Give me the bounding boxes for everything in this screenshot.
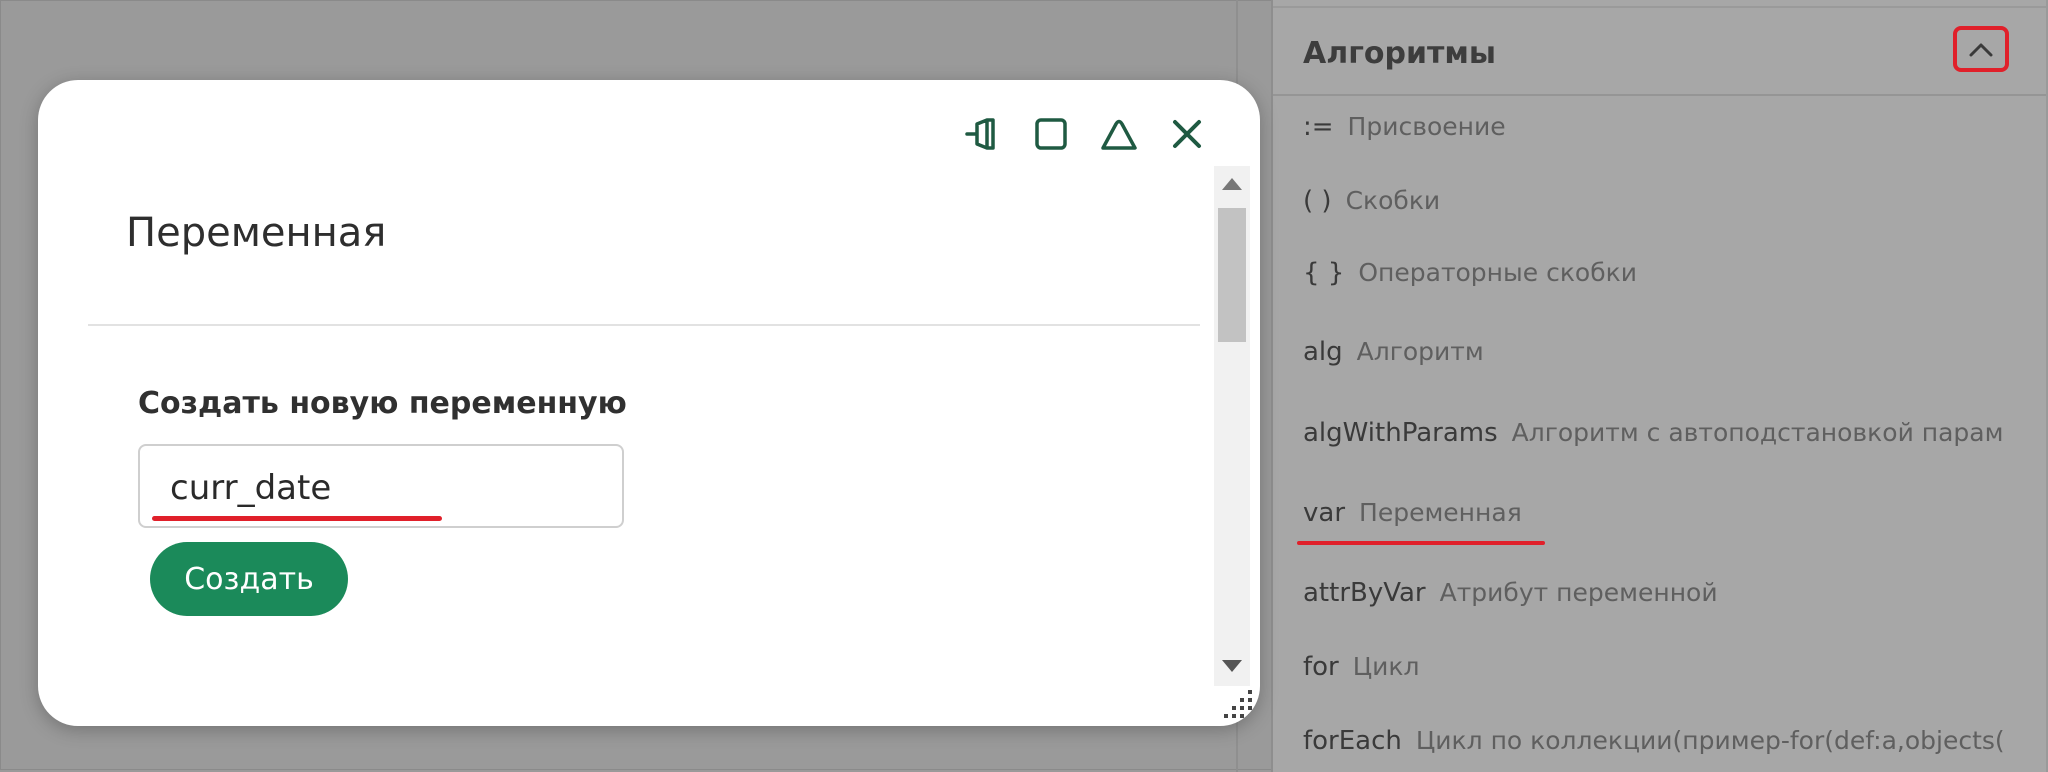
- maximize-icon[interactable]: [1031, 114, 1071, 154]
- close-icon[interactable]: [1167, 114, 1207, 154]
- scroll-thumb[interactable]: [1218, 208, 1246, 342]
- scroll-down-arrow-icon[interactable]: [1222, 660, 1242, 672]
- algorithm-item-alg-with-params[interactable]: algWithParams Алгоритм с автоподстановкой…: [1303, 418, 2018, 448]
- item-desc: Алгоритм с автоподстановкой парам: [1511, 418, 2004, 447]
- algorithm-item-attr-by-var[interactable]: attrByVar Атрибут переменной: [1303, 578, 1718, 608]
- create-button[interactable]: Создать: [150, 542, 348, 616]
- item-desc: Операторные скобки: [1358, 258, 1637, 287]
- algorithm-item-operator-brackets[interactable]: { } Операторные скобки: [1303, 258, 1637, 288]
- algorithm-item-var[interactable]: var Переменная: [1303, 498, 1522, 528]
- collapse-panel-button[interactable]: [1953, 26, 2009, 72]
- chevron-up-icon: [1969, 43, 1993, 57]
- collapse-icon[interactable]: [1099, 114, 1139, 154]
- item-key: attrByVar: [1303, 578, 1426, 608]
- item-key: for: [1303, 652, 1339, 682]
- new-variable-label: Создать новую переменную: [138, 386, 627, 421]
- item-key: alg: [1303, 337, 1343, 367]
- item-key: var: [1303, 498, 1346, 528]
- item-desc: Алгоритм: [1356, 337, 1484, 366]
- item-key: { }: [1303, 258, 1345, 288]
- algorithms-panel: Алгоритмы := Присвоение ( ) Скобки { } Опер…: [1271, 0, 2046, 772]
- algorithm-item-for-each[interactable]: forEach Цикл по коллекции(пример-for(def:…: [1303, 726, 2043, 756]
- algorithm-item-for[interactable]: for Цикл: [1303, 652, 1420, 682]
- algorithm-item-alg[interactable]: alg Алгоритм: [1303, 337, 1484, 367]
- panel-header: Алгоритмы: [1273, 6, 2046, 96]
- dialog-scrollbar[interactable]: [1214, 166, 1250, 686]
- item-key: :=: [1303, 112, 1334, 142]
- dialog-title: Переменная: [126, 210, 387, 256]
- input-highlight-underline: [152, 516, 442, 521]
- item-desc: Цикл: [1352, 652, 1420, 681]
- item-key: algWithParams: [1303, 418, 1498, 448]
- item-key: ( ): [1303, 186, 1332, 216]
- title-divider: [88, 324, 1200, 326]
- resize-grip-icon[interactable]: [1218, 686, 1258, 720]
- algorithm-item-brackets[interactable]: ( ) Скобки: [1303, 186, 1440, 216]
- item-desc: Присвоение: [1347, 112, 1506, 141]
- panel-title: Алгоритмы: [1303, 36, 1497, 71]
- item-key: forEach: [1303, 726, 1402, 756]
- var-highlight-underline: [1297, 541, 1545, 545]
- scroll-up-arrow-icon[interactable]: [1222, 178, 1242, 190]
- item-desc: Переменная: [1359, 498, 1522, 527]
- item-desc: Атрибут переменной: [1439, 578, 1718, 607]
- algorithm-item-assign[interactable]: := Присвоение: [1303, 112, 1506, 142]
- item-desc: Цикл по коллекции(пример-for(def:a,objec…: [1415, 726, 2005, 755]
- variable-dialog: Переменная Создать новую переменную curr…: [38, 80, 1260, 726]
- pin-icon[interactable]: [963, 114, 1003, 154]
- item-desc: Скобки: [1345, 186, 1441, 215]
